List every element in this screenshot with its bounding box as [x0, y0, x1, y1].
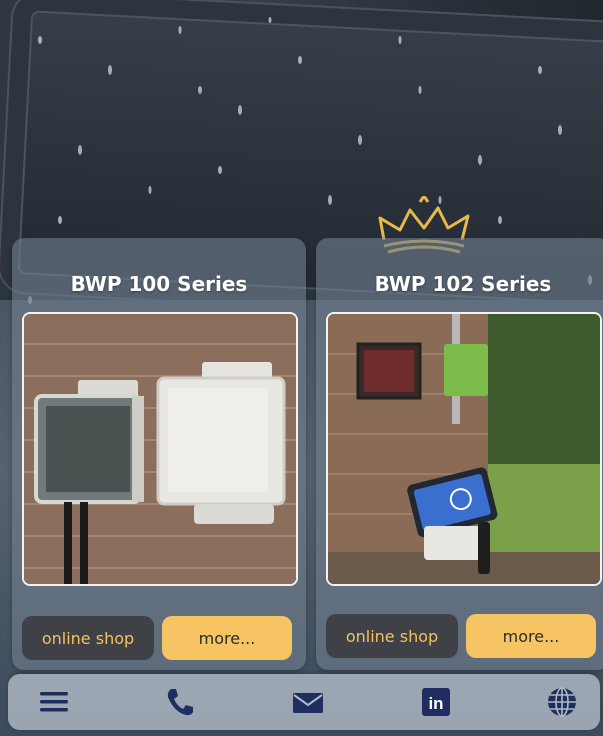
phone-icon[interactable]: [164, 686, 196, 718]
product-card-bwp100: BWP 100 Series online shop more...: [12, 238, 306, 670]
product-card-bwp102: BWP 102 Series online shop more...: [316, 238, 603, 670]
device-in-garden-illustration: [328, 314, 600, 584]
product-image-bwp102[interactable]: [326, 312, 602, 586]
product-title: BWP 102 Series: [374, 272, 552, 296]
enclosures-on-brick-wall-illustration: [24, 314, 296, 584]
product-image-bwp100[interactable]: [22, 312, 298, 586]
product-title: BWP 100 Series: [70, 272, 248, 296]
more-button[interactable]: more...: [162, 616, 292, 660]
online-shop-button[interactable]: online shop: [22, 616, 154, 660]
online-shop-button[interactable]: online shop: [326, 614, 458, 658]
mail-icon[interactable]: [292, 686, 324, 718]
bottom-nav-bar: in: [8, 674, 600, 730]
more-button[interactable]: more...: [466, 614, 596, 658]
globe-icon[interactable]: [546, 686, 578, 718]
svg-text:in: in: [428, 694, 443, 713]
menu-icon[interactable]: [38, 686, 70, 718]
linkedin-icon[interactable]: in: [420, 686, 452, 718]
